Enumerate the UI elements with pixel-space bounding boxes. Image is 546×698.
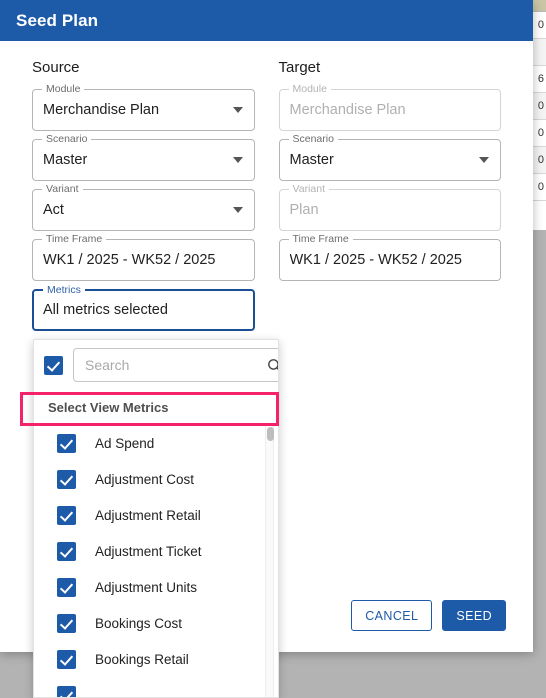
target-module-field: Module Merchandise Plan — [278, 83, 501, 131]
list-item[interactable]: Adjustment Retail — [34, 497, 278, 533]
checkbox-checked-icon[interactable] — [57, 433, 76, 453]
list-item[interactable] — [34, 677, 278, 697]
source-module-value: Merchandise Plan — [43, 102, 160, 118]
list-item-label: Adjustment Retail — [95, 507, 201, 523]
target-variant-value: Plan — [289, 202, 319, 218]
target-time-frame-label: Time Frame — [288, 233, 353, 246]
metrics-dropdown-panel: Select View Metrics Ad Spend Adjustment … — [33, 339, 279, 698]
chevron-down-icon[interactable] — [232, 207, 243, 213]
list-item-label: Ad Spend — [95, 435, 155, 451]
target-scenario-value: Master — [289, 152, 334, 168]
metrics-list[interactable]: Ad Spend Adjustment Cost Adjustment Reta… — [34, 424, 278, 697]
target-module-value: Merchandise Plan — [289, 102, 406, 118]
chevron-down-icon[interactable] — [479, 157, 489, 163]
source-variant-field[interactable]: Variant Act — [32, 183, 255, 231]
search-icon[interactable] — [266, 357, 278, 374]
list-item[interactable]: Bookings Cost — [34, 605, 278, 641]
metrics-list-scrollbar[interactable] — [265, 425, 274, 697]
checkbox-checked-icon[interactable] — [57, 613, 76, 633]
source-variant-label: Variant — [42, 183, 83, 196]
list-item[interactable]: Ad Spend — [34, 425, 278, 461]
source-column: Source Module Merchandise Plan Scenario … — [32, 59, 255, 339]
seed-button[interactable]: SEED — [442, 600, 506, 631]
target-scenario-label: Scenario — [288, 133, 338, 146]
target-column-spacer — [279, 289, 502, 331]
checkbox-checked-icon[interactable] — [57, 541, 76, 561]
checkbox-checked-icon[interactable] — [57, 505, 76, 525]
target-scenario-field[interactable]: Scenario Master — [278, 133, 501, 181]
chevron-down-icon[interactable] — [232, 107, 243, 113]
checkbox-checked-icon[interactable] — [57, 649, 76, 669]
source-scenario-label: Scenario — [42, 133, 92, 146]
source-time-frame-value: WK1 / 2025 - WK52 / 2025 — [43, 252, 216, 268]
checkbox-checked-icon[interactable] — [57, 685, 76, 697]
source-metrics-value: All metrics selected — [43, 302, 168, 318]
target-variant-label: Variant — [288, 183, 329, 196]
source-time-frame-label: Time Frame — [42, 233, 107, 246]
source-scenario-field[interactable]: Scenario Master — [32, 133, 255, 181]
target-time-frame-value: WK1 / 2025 - WK52 / 2025 — [289, 252, 462, 268]
list-item-label: Adjustment Ticket — [95, 543, 202, 559]
source-heading: Source — [32, 59, 80, 76]
cancel-button[interactable]: CANCEL — [351, 600, 433, 631]
source-variant-value: Act — [43, 202, 64, 218]
select-all-metrics-checkbox[interactable] — [44, 355, 63, 375]
target-variant-field: Variant Plan — [278, 183, 501, 231]
chevron-down-icon[interactable] — [232, 157, 243, 163]
list-item[interactable]: Adjustment Units — [34, 569, 278, 605]
page-title: Seed Plan — [16, 10, 99, 30]
scrollbar-thumb[interactable] — [267, 427, 274, 441]
source-metrics-field[interactable]: Metrics All metrics selected — [32, 284, 255, 331]
background-surface-right — [533, 230, 546, 698]
target-column: Target Module Merchandise Plan Scenario … — [278, 59, 502, 339]
dropdown-search-row — [34, 340, 278, 390]
field-columns: Source Module Merchandise Plan Scenario … — [32, 59, 501, 339]
checkbox-checked-icon[interactable] — [57, 577, 76, 597]
list-item[interactable]: Adjustment Cost — [34, 461, 278, 497]
checkbox-checked-icon[interactable] — [57, 469, 76, 489]
list-item-label: Bookings Cost — [95, 615, 183, 631]
source-module-field[interactable]: Module Merchandise Plan — [32, 83, 255, 131]
target-module-label: Module — [288, 83, 331, 96]
dialog-titlebar: Seed Plan — [0, 0, 533, 41]
list-item[interactable]: Bookings Retail — [34, 641, 278, 677]
target-time-frame-field[interactable]: Time Frame WK1 / 2025 - WK52 / 2025 — [278, 233, 501, 281]
checkbox-checked-icon — [44, 355, 63, 375]
list-item-label: Adjustment Units — [95, 579, 198, 595]
source-time-frame-field[interactable]: Time Frame WK1 / 2025 - WK52 / 2025 — [32, 233, 255, 281]
list-item-label: Adjustment Cost — [95, 471, 195, 487]
list-item[interactable]: Adjustment Ticket — [34, 533, 278, 569]
source-scenario-value: Master — [43, 152, 88, 168]
list-item-label: Bookings Retail — [95, 651, 189, 667]
source-metrics-label: Metrics — [43, 284, 85, 297]
search-input[interactable] — [85, 357, 266, 373]
dropdown-section-title: Select View Metrics — [48, 399, 169, 415]
target-heading: Target — [278, 59, 321, 76]
metrics-search-box[interactable] — [73, 348, 278, 382]
dialog-body: Source Module Merchandise Plan Scenario … — [0, 41, 533, 339]
source-module-label: Module — [42, 83, 85, 96]
